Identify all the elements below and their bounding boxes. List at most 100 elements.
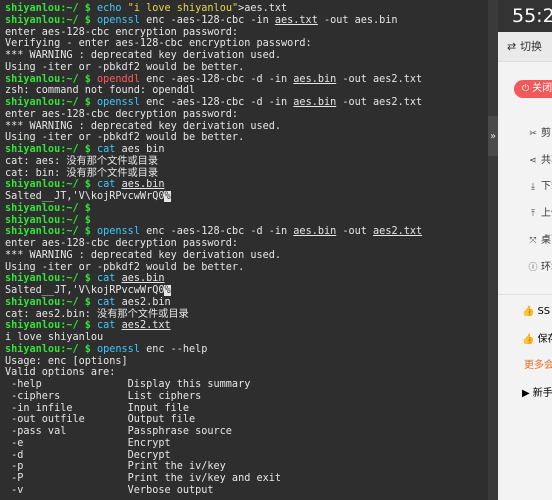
terminal-text: Verifying - enter aes-128-cbc encryption… [5,38,312,50]
tool-upload[interactable]: ⤒ 上传 [528,206,552,222]
terminal-text: -out outfile Output file [5,414,196,426]
terminal-text: -pass val Passphrase source [5,426,232,437]
terminal-text: Using -iter or -pbkdf2 would be better. [5,61,245,73]
cursor: % [164,285,171,296]
terminal-line: shiyanlou:~/ $ echo "i love shiyanlou">a… [5,3,422,15]
session-timer: 55:2 [498,0,552,32]
terminal-line: -e Encrypt [5,438,422,450]
scissors-icon: ✂ [529,129,537,139]
shell-prompt: shiyanlou:~/ $ [5,3,98,14]
terminal-text: echo [97,3,128,14]
thumbs-up-icon: 👍 [522,306,535,317]
terminal-text: Valid options are: [5,367,116,379]
terminal-text: openssl [97,97,140,108]
terminal-text: openddl [97,73,140,85]
terminal-line: i love shiyanlou [5,332,422,344]
shutdown-button[interactable]: ⏻ 关闭 [514,80,552,98]
terminal-line: -p Print the iv/key [5,461,422,473]
save-link[interactable]: 👍保存 [522,332,552,348]
terminal-text: aes2.txt [121,320,171,332]
terminal-line: enter aes-128-cbc decryption password: [5,109,422,121]
terminal-line: Salted__JT,'V\kojRPvcwWrQ0% [5,191,422,203]
shell-prompt: shiyanlou:~/ $ [5,202,91,214]
terminal-text: enter aes-128-cbc decryption password: [5,238,239,249]
shell-prompt: shiyanlou:~/ $ [5,273,98,285]
terminal-text: enc -aes-128-cbc -d -in [139,73,294,85]
newbie-link[interactable]: ▶ 新手 [522,386,552,402]
terminal-text: cat [97,144,116,155]
tool-info[interactable]: ⓘ环境 [528,260,552,276]
shell-prompt: shiyanlou:~/ $ [5,214,91,226]
terminal-text: *** WARNING : deprecated key derivation … [5,50,282,61]
terminal-text: cat [97,179,122,191]
terminal-line: cat: aes2.bin: 没有那个文件或目录 [5,309,422,321]
info-icon: ⓘ [528,263,538,273]
terminal-line: Salted__JT,'V\kojRPvcwWrQ0% [5,285,422,297]
upload-icon: ⤒ [531,209,535,219]
terminal-line: *** WARNING : deprecated key derivation … [5,50,422,62]
shell-prompt: shiyanlou:~/ $ [5,14,98,26]
terminal-line: zsh: command not found: openddl [5,85,422,97]
terminal-text: i love shiyanlou [5,332,104,343]
terminal-text: aes.bin [121,179,165,191]
tool-scissors[interactable]: ✂ 剪 [528,126,551,142]
terminal-text: aes.txt [274,14,318,26]
terminal-line: -P Print the iv/key and exit [5,473,422,485]
terminal-text: *** WARNING : deprecated key derivation … [5,249,282,261]
terminal-text: aes2.bin [121,296,171,308]
share-icon: ⋖ [529,156,537,166]
terminal-line: -out outfile Output file [5,414,422,426]
terminal-line: shiyanlou:~/ $ openssl enc -aes-128-cbc … [5,226,422,238]
terminal-text: enc -aes-128-cbc -in [139,14,275,26]
terminal-text: cat [97,320,122,332]
save-link-label: 保存 [537,334,552,345]
ssh-link[interactable]: 👍 SS [522,304,550,320]
more-link[interactable]: 更多会 [524,358,552,374]
power-icon: ⏻ [522,84,530,94]
terminal-text: cat [97,273,122,285]
terminal-line: -v Verbose output [5,485,422,497]
terminal-text: cat [97,296,122,308]
terminal-window[interactable]: shiyanlou:~/ $ echo "i love shiyanlou">a… [0,0,488,500]
terminal-text: Usage: enc [options] [5,355,128,367]
tool-download[interactable]: ⤓ 下载 [528,179,552,195]
terminal-text: enc -aes-128-cbc -d -in [139,97,294,108]
terminal-line: cat: bin: 没有那个文件或目录 [5,168,422,180]
terminal-line: -help Display this summary [5,379,422,391]
collapse-panel-button[interactable]: » [488,116,498,156]
tool-label: 环境 [541,262,552,273]
terminal-text: zsh: command not found: openddl [5,85,196,97]
terminal-line: shiyanlou:~/ $ openddl enc -aes-128-cbc … [5,74,422,86]
terminal-text: Using -iter or -pbkdf2 would be better. [5,261,245,273]
terminal-text: -out aes2.txt [336,73,423,85]
switch-button[interactable]: ⇄ 切换 [498,32,552,62]
terminal-line: shiyanlou:~/ $ cat aes2.txt [5,320,422,332]
terminal-text: -P Print the iv/key and exit [5,473,282,484]
shutdown-label: 关闭 [532,83,552,94]
terminal-text: -e Encrypt [5,437,171,449]
shell-prompt: shiyanlou:~/ $ [5,73,98,85]
terminal-text: aes bin [115,144,165,155]
terminal-text: -help Display this summary [5,379,251,390]
terminal-line: shiyanlou:~/ $ openssl enc --help [5,344,422,356]
side-panel: 55:2 ⇄ 切换 ⏻关闭 ✂剪⋖共享⤓下载⤒上传⤧桌面ⓘ环境 👍SS 👍保存 … [498,0,552,500]
terminal-text: Salted__JT,'V\kojRPvcwWrQ0 [5,285,165,296]
terminal-line: -d Decrypt [5,450,422,462]
terminal-text: *** WARNING : deprecated key derivation … [5,120,282,132]
terminal-line: shiyanlou:~/ $ openssl enc -aes-128-cbc … [5,15,422,27]
panel-divider [488,0,498,500]
tool-desktop[interactable]: ⤧ 桌面 [528,233,552,249]
shell-prompt: shiyanlou:~/ $ [5,343,98,355]
terminal-line: *** WARNING : deprecated key derivation … [5,121,422,133]
terminal-text: -ciphers List ciphers [5,390,202,402]
terminal-text: enter aes-128-cbc encryption password: [5,26,239,38]
tool-label: 上传 [541,208,552,219]
newbie-link-label: 新手 [532,388,552,399]
terminal-line: -pass val Passphrase source [5,426,422,438]
shell-prompt: shiyanlou:~/ $ [5,226,98,238]
tool-share[interactable]: ⋖ 共享 [528,153,552,169]
shell-prompt: shiyanlou:~/ $ [5,320,98,332]
terminal-line: shiyanlou:~/ $ cat aes.bin [5,273,422,285]
terminal-line: -in infile Input file [5,403,422,415]
tool-label: 剪 [541,128,551,139]
